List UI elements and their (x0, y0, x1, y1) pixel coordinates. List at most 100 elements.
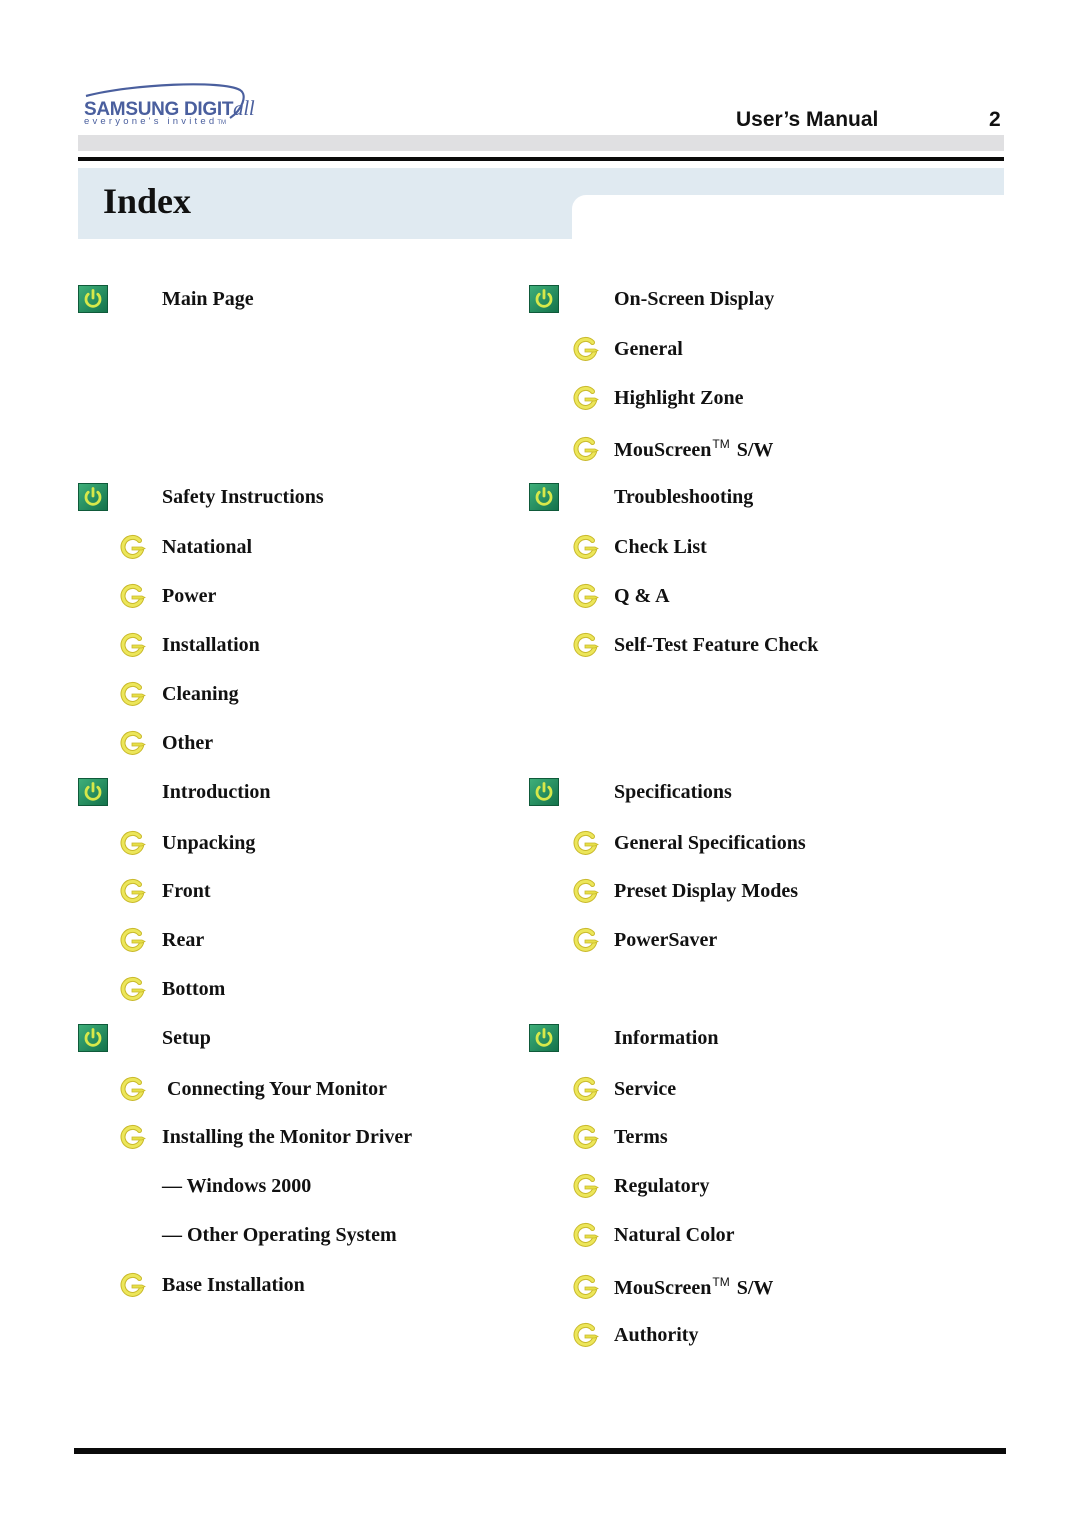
entry-label[interactable]: — Other Operating System (162, 1224, 397, 1247)
arrow-icon[interactable] (571, 533, 601, 561)
entry-label[interactable]: Specifications (614, 781, 732, 804)
entry-label[interactable]: Highlight Zone (614, 387, 743, 410)
index-link-rear[interactable]: Rear (120, 925, 204, 955)
entry-label[interactable]: Front (162, 880, 211, 903)
index-link-other-operating-system[interactable]: — Other Operating System (162, 1220, 397, 1250)
arrow-icon[interactable] (571, 926, 601, 954)
arrow-icon[interactable] (118, 582, 148, 610)
power-icon[interactable] (529, 778, 559, 806)
entry-label[interactable]: Natational (162, 536, 252, 559)
index-link-general-specifications[interactable]: General Specifications (573, 828, 806, 858)
arrow-icon[interactable] (571, 335, 601, 363)
arrow-icon[interactable] (118, 1075, 148, 1103)
arrow-icon[interactable] (118, 680, 148, 708)
entry-label[interactable]: Main Page (162, 288, 254, 311)
power-icon[interactable] (78, 285, 108, 313)
arrow-icon[interactable] (118, 1271, 148, 1299)
entry-label[interactable]: Cleaning (162, 683, 239, 706)
arrow-icon[interactable] (571, 829, 601, 857)
power-icon[interactable] (78, 1024, 108, 1052)
arrow-icon[interactable] (118, 829, 148, 857)
arrow-icon[interactable] (571, 1123, 601, 1151)
index-link-unpacking[interactable]: Unpacking (120, 828, 255, 858)
power-icon[interactable] (78, 483, 108, 511)
entry-label[interactable]: Unpacking (162, 832, 255, 855)
arrow-icon[interactable] (571, 1075, 601, 1103)
entry-label[interactable]: MouScreenTM S/W (614, 437, 773, 462)
index-link-power[interactable]: Power (120, 581, 216, 611)
entry-label[interactable]: Base Installation (162, 1274, 305, 1297)
arrow-icon[interactable] (118, 975, 148, 1003)
index-link-front[interactable]: Front (120, 876, 211, 906)
entry-label[interactable]: Natural Color (614, 1224, 735, 1247)
power-icon[interactable] (529, 1024, 559, 1052)
index-link-base-installation[interactable]: Base Installation (120, 1270, 305, 1300)
index-link-other[interactable]: Other (120, 728, 213, 758)
entry-label[interactable]: Preset Display Modes (614, 880, 798, 903)
entry-label[interactable]: Terms (614, 1126, 668, 1149)
entry-label[interactable]: Installation (162, 634, 260, 657)
entry-label[interactable]: Introduction (162, 781, 271, 804)
index-link-mouscreen[interactable]: MouScreenTM S/W (573, 434, 773, 464)
entry-label[interactable]: Service (614, 1078, 676, 1101)
index-link-regulatory[interactable]: Regulatory (573, 1171, 710, 1201)
arrow-icon[interactable] (118, 533, 148, 561)
index-link-cleaning[interactable]: Cleaning (120, 679, 239, 709)
entry-label[interactable]: Rear (162, 929, 204, 952)
index-section-on-screen-display[interactable]: On-Screen Display (529, 284, 774, 314)
arrow-icon[interactable] (118, 1123, 148, 1151)
arrow-icon[interactable] (571, 877, 601, 905)
arrow-icon[interactable] (571, 1273, 601, 1301)
index-link-highlight-zone[interactable]: Highlight Zone (573, 383, 743, 413)
index-link-connecting-your-monitor[interactable]: Connecting Your Monitor (120, 1074, 387, 1104)
entry-label[interactable]: PowerSaver (614, 929, 717, 952)
entry-label[interactable]: Installing the Monitor Driver (162, 1126, 412, 1149)
entry-label[interactable]: — Windows 2000 (162, 1175, 311, 1198)
index-link-installing-the-monitor-driver[interactable]: Installing the Monitor Driver (120, 1122, 412, 1152)
index-link-service[interactable]: Service (573, 1074, 676, 1104)
entry-label[interactable]: MouScreenTM S/W (614, 1275, 773, 1300)
entry-label[interactable]: Other (162, 732, 213, 755)
arrow-icon[interactable] (571, 1321, 601, 1349)
entry-label[interactable]: Self-Test Feature Check (614, 634, 818, 657)
index-link-terms[interactable]: Terms (573, 1122, 668, 1152)
index-link-general[interactable]: General (573, 334, 683, 364)
entry-label[interactable]: Power (162, 585, 216, 608)
index-link-bottom[interactable]: Bottom (120, 974, 225, 1004)
index-section-safety-instructions[interactable]: Safety Instructions (78, 482, 324, 512)
entry-label[interactable]: Setup (162, 1027, 211, 1050)
arrow-icon[interactable] (571, 631, 601, 659)
index-section-introduction[interactable]: Introduction (78, 777, 271, 807)
entry-label[interactable]: On-Screen Display (614, 288, 774, 311)
index-section-information[interactable]: Information (529, 1023, 718, 1053)
index-link-windows-2000[interactable]: — Windows 2000 (162, 1171, 311, 1201)
index-link-check-list[interactable]: Check List (573, 532, 707, 562)
entry-label[interactable]: General (614, 338, 683, 361)
arrow-icon[interactable] (118, 877, 148, 905)
entry-label[interactable]: Q & A (614, 585, 670, 608)
arrow-icon[interactable] (571, 1172, 601, 1200)
index-link-mouscreen[interactable]: MouScreenTM S/W (573, 1272, 773, 1302)
power-icon[interactable] (78, 778, 108, 806)
arrow-icon[interactable] (571, 1221, 601, 1249)
index-link-natural-color[interactable]: Natural Color (573, 1220, 735, 1250)
arrow-icon[interactable] (571, 582, 601, 610)
index-section-main-page[interactable]: Main Page (78, 284, 254, 314)
arrow-icon[interactable] (571, 435, 601, 463)
index-link-preset-display-modes[interactable]: Preset Display Modes (573, 876, 798, 906)
index-section-troubleshooting[interactable]: Troubleshooting (529, 482, 753, 512)
power-icon[interactable] (529, 483, 559, 511)
index-section-specifications[interactable]: Specifications (529, 777, 732, 807)
arrow-icon[interactable] (571, 384, 601, 412)
entry-label[interactable]: Troubleshooting (614, 486, 753, 509)
power-icon[interactable] (529, 285, 559, 313)
entry-label[interactable]: Information (614, 1027, 718, 1050)
entry-label[interactable]: Connecting Your Monitor (162, 1078, 387, 1101)
index-link-natational[interactable]: Natational (120, 532, 252, 562)
index-link-powersaver[interactable]: PowerSaver (573, 925, 717, 955)
arrow-icon[interactable] (118, 729, 148, 757)
index-link-q-a[interactable]: Q & A (573, 581, 670, 611)
entry-label[interactable]: Check List (614, 536, 707, 559)
arrow-icon[interactable] (118, 926, 148, 954)
entry-label[interactable]: Safety Instructions (162, 486, 324, 509)
